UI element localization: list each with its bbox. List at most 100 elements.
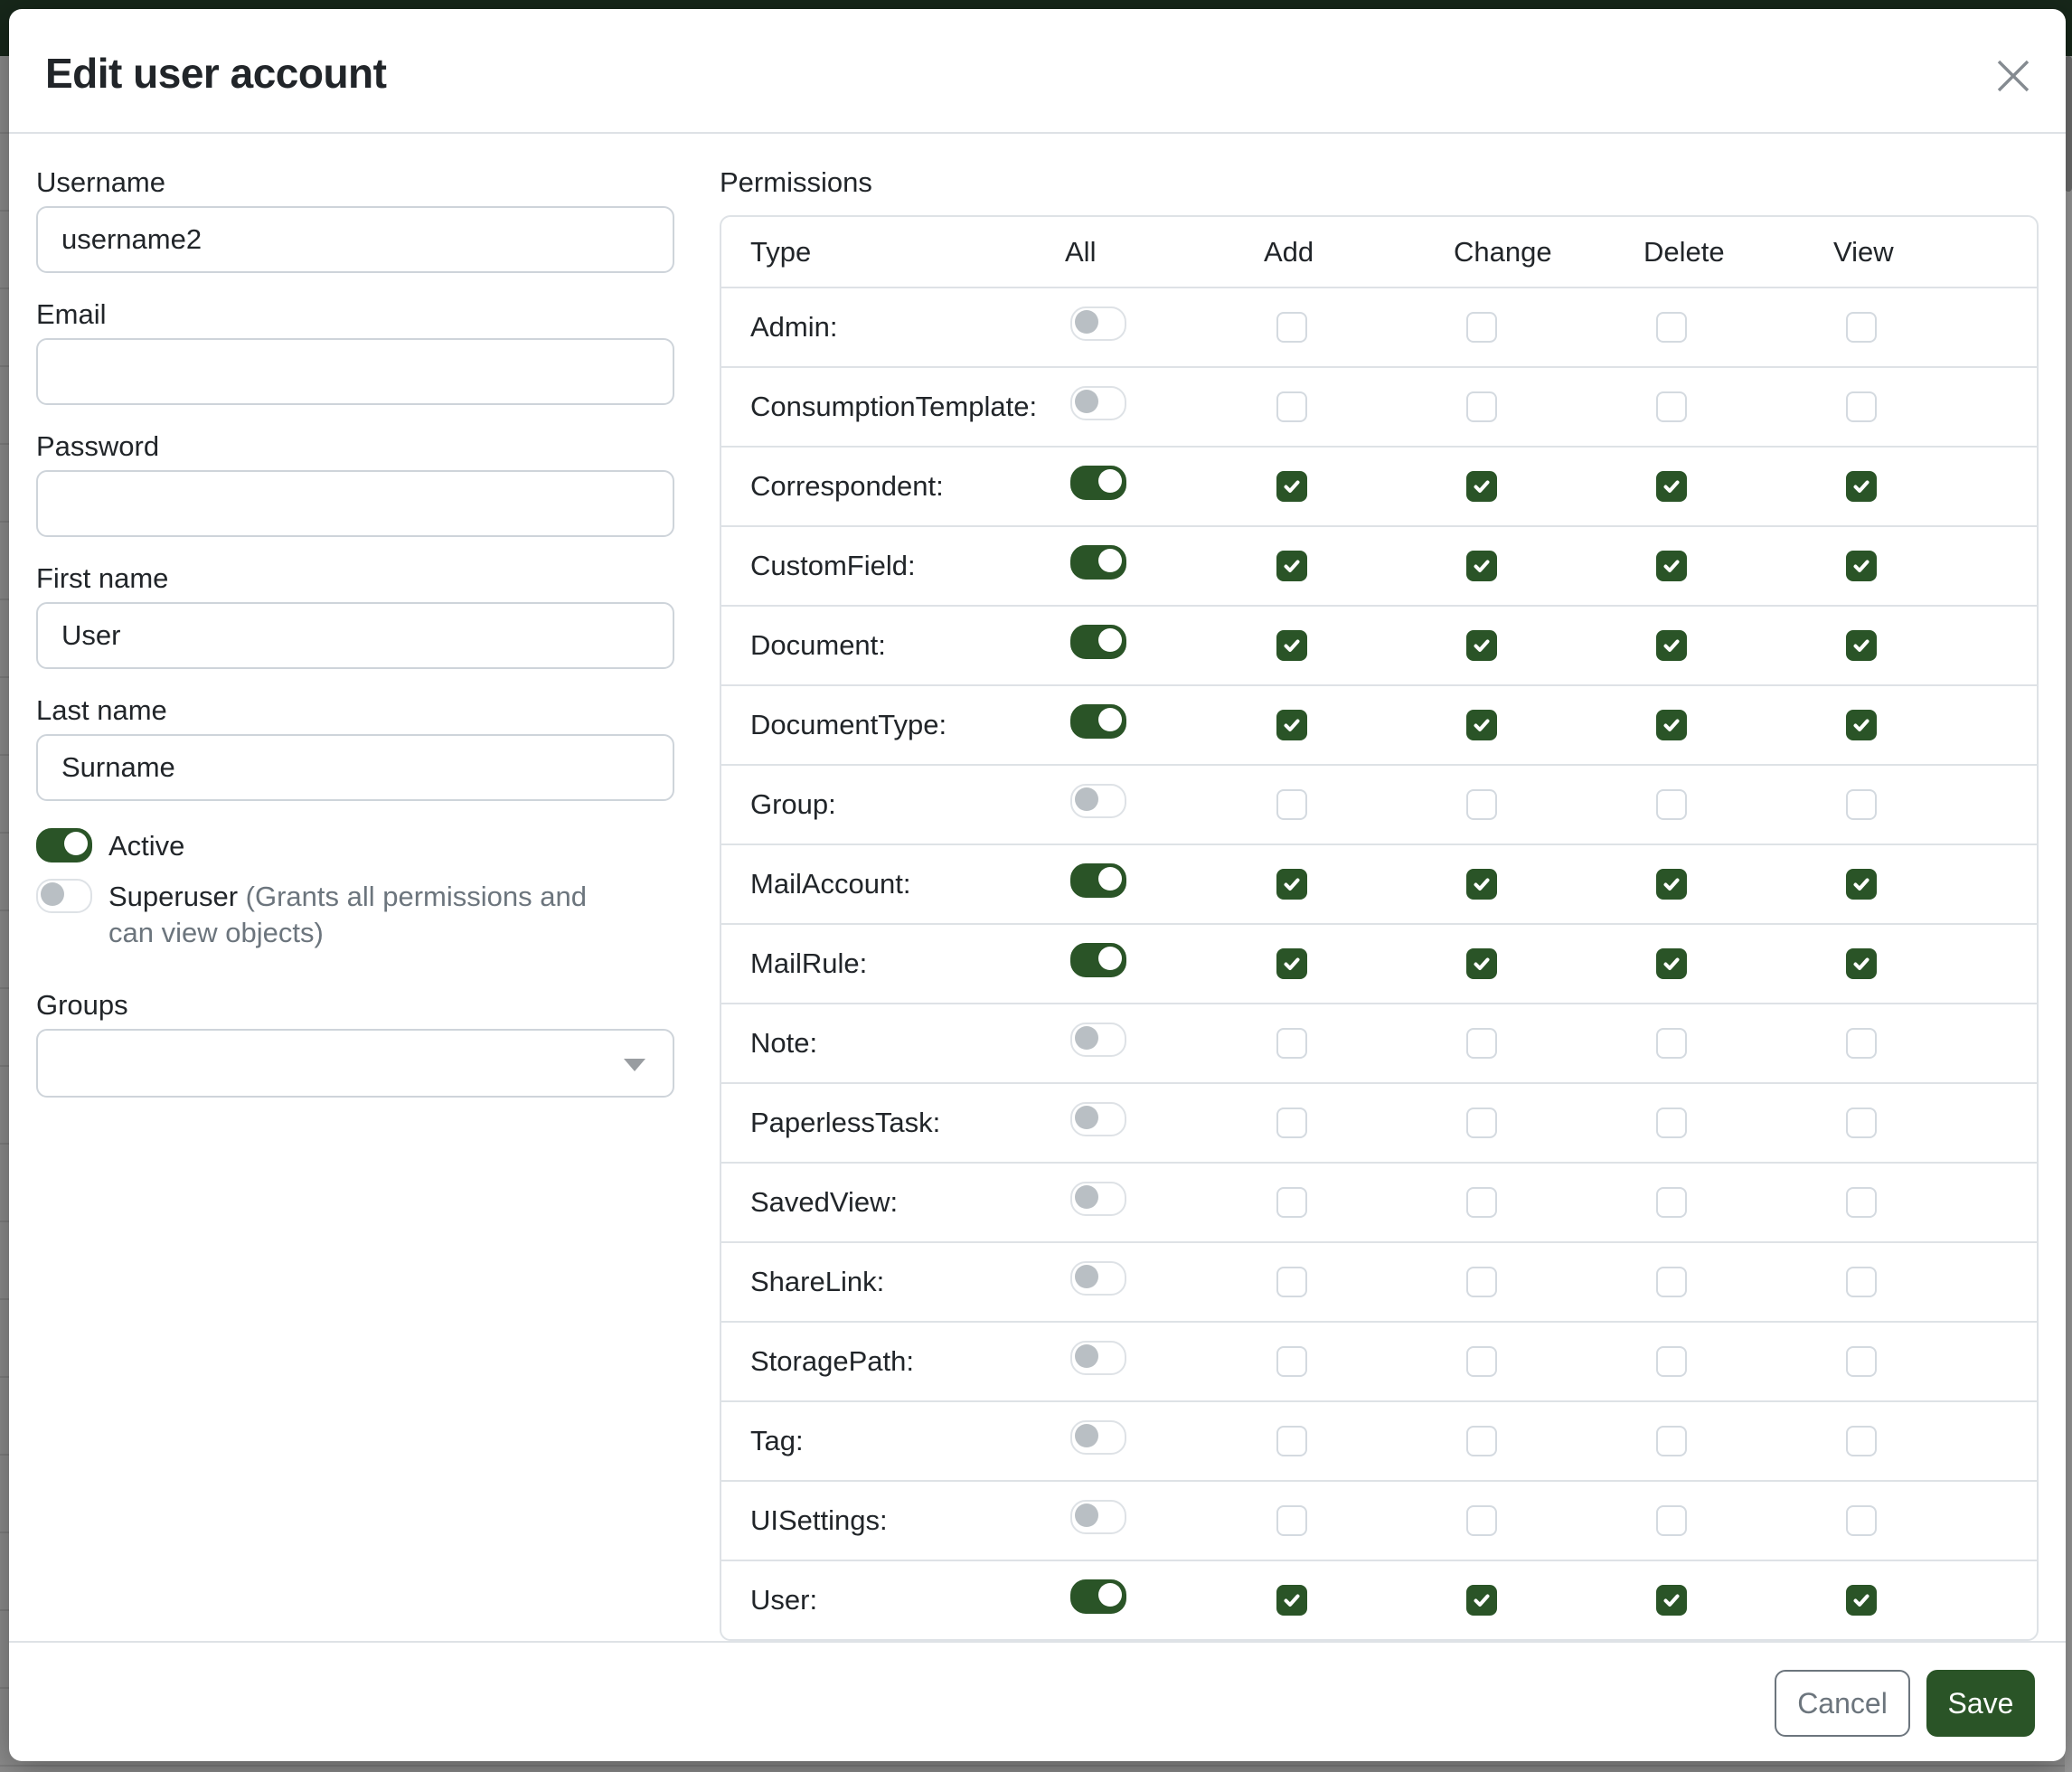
- permission-view-checkbox[interactable]: [1846, 312, 1877, 343]
- last-name-input[interactable]: [36, 734, 674, 801]
- permission-change-checkbox[interactable]: [1466, 869, 1497, 900]
- permission-delete-checkbox[interactable]: [1656, 1585, 1687, 1616]
- permission-delete-checkbox[interactable]: [1656, 471, 1687, 502]
- permission-add-checkbox[interactable]: [1276, 948, 1307, 979]
- permission-all-toggle[interactable]: [1070, 1420, 1126, 1455]
- permission-add-checkbox[interactable]: [1276, 1346, 1307, 1377]
- permission-add-checkbox[interactable]: [1276, 710, 1307, 740]
- permission-all-toggle[interactable]: [1070, 1102, 1126, 1136]
- permission-change-checkbox[interactable]: [1466, 630, 1497, 661]
- permission-change-checkbox[interactable]: [1466, 789, 1497, 820]
- permission-delete-checkbox[interactable]: [1656, 710, 1687, 740]
- page-scrollbar-thumb[interactable]: [2065, 56, 2072, 192]
- permission-view-checkbox[interactable]: [1846, 869, 1877, 900]
- superuser-row: Superuser (Grants all permissions and ca…: [36, 879, 674, 951]
- permission-view-checkbox[interactable]: [1846, 1267, 1877, 1297]
- permission-change-checkbox[interactable]: [1466, 1585, 1497, 1616]
- permission-view-checkbox[interactable]: [1846, 1187, 1877, 1218]
- permission-all-toggle[interactable]: [1070, 1023, 1126, 1057]
- permission-add-checkbox[interactable]: [1276, 789, 1307, 820]
- permission-change-checkbox[interactable]: [1466, 1187, 1497, 1218]
- permission-change-checkbox[interactable]: [1466, 312, 1497, 343]
- permission-add-checkbox[interactable]: [1276, 471, 1307, 502]
- permission-add-checkbox[interactable]: [1276, 1108, 1307, 1138]
- permission-delete-checkbox[interactable]: [1656, 312, 1687, 343]
- permission-view-checkbox[interactable]: [1846, 1585, 1877, 1616]
- permission-all-toggle[interactable]: [1070, 625, 1126, 659]
- permission-change-checkbox[interactable]: [1466, 391, 1497, 422]
- permission-all-toggle[interactable]: [1070, 704, 1126, 739]
- permission-add-checkbox[interactable]: [1276, 1187, 1307, 1218]
- permission-delete-checkbox[interactable]: [1656, 391, 1687, 422]
- permission-delete-checkbox[interactable]: [1656, 1426, 1687, 1456]
- permission-view-checkbox[interactable]: [1846, 630, 1877, 661]
- permission-delete-checkbox[interactable]: [1656, 1028, 1687, 1059]
- cancel-button[interactable]: Cancel: [1775, 1670, 1910, 1737]
- permission-delete-checkbox[interactable]: [1656, 789, 1687, 820]
- permission-add-checkbox[interactable]: [1276, 1585, 1307, 1616]
- permission-change-checkbox[interactable]: [1466, 948, 1497, 979]
- first-name-input[interactable]: [36, 602, 674, 669]
- permission-view-checkbox[interactable]: [1846, 1426, 1877, 1456]
- username-input[interactable]: [36, 206, 674, 273]
- page-scrollbar-track[interactable]: [2065, 56, 2072, 1772]
- permission-change-checkbox[interactable]: [1466, 1346, 1497, 1377]
- permission-all-toggle[interactable]: [1070, 306, 1126, 341]
- permission-change-checkbox[interactable]: [1466, 1028, 1497, 1059]
- permission-all-toggle[interactable]: [1070, 1500, 1126, 1534]
- permission-all-toggle[interactable]: [1070, 545, 1126, 580]
- permission-change-checkbox[interactable]: [1466, 1505, 1497, 1536]
- permission-change-checkbox[interactable]: [1466, 1267, 1497, 1297]
- permission-add-checkbox[interactable]: [1276, 1267, 1307, 1297]
- permission-all-toggle[interactable]: [1070, 1182, 1126, 1216]
- permission-all-toggle[interactable]: [1070, 1579, 1126, 1614]
- permission-add-checkbox[interactable]: [1276, 391, 1307, 422]
- superuser-toggle[interactable]: [36, 879, 92, 913]
- permission-view-checkbox[interactable]: [1846, 948, 1877, 979]
- email-input[interactable]: [36, 338, 674, 405]
- permission-change-checkbox[interactable]: [1466, 710, 1497, 740]
- permission-all-toggle[interactable]: [1070, 784, 1126, 818]
- permission-all-toggle[interactable]: [1070, 386, 1126, 420]
- permission-add-checkbox[interactable]: [1276, 1426, 1307, 1456]
- permission-delete-checkbox[interactable]: [1656, 869, 1687, 900]
- permission-type-label: Admin:: [750, 311, 1065, 344]
- permission-add-checkbox[interactable]: [1276, 1028, 1307, 1059]
- permission-view-checkbox[interactable]: [1846, 471, 1877, 502]
- permission-delete-checkbox[interactable]: [1656, 551, 1687, 581]
- groups-select[interactable]: [36, 1029, 674, 1098]
- permission-view-checkbox[interactable]: [1846, 789, 1877, 820]
- permission-add-checkbox[interactable]: [1276, 1505, 1307, 1536]
- permission-all-toggle[interactable]: [1070, 1261, 1126, 1296]
- permission-view-checkbox[interactable]: [1846, 391, 1877, 422]
- permission-add-checkbox[interactable]: [1276, 630, 1307, 661]
- permission-change-checkbox[interactable]: [1466, 1426, 1497, 1456]
- permission-view-checkbox[interactable]: [1846, 551, 1877, 581]
- permission-view-checkbox[interactable]: [1846, 1505, 1877, 1536]
- permission-delete-checkbox[interactable]: [1656, 1346, 1687, 1377]
- permission-view-checkbox[interactable]: [1846, 710, 1877, 740]
- permission-all-toggle[interactable]: [1070, 863, 1126, 898]
- permission-change-checkbox[interactable]: [1466, 551, 1497, 581]
- permission-add-checkbox[interactable]: [1276, 551, 1307, 581]
- permission-view-checkbox[interactable]: [1846, 1346, 1877, 1377]
- active-toggle[interactable]: [36, 828, 92, 862]
- permission-view-checkbox[interactable]: [1846, 1028, 1877, 1059]
- permission-add-checkbox[interactable]: [1276, 312, 1307, 343]
- password-input[interactable]: [36, 470, 674, 537]
- close-button[interactable]: [1993, 56, 2033, 96]
- permission-delete-checkbox[interactable]: [1656, 630, 1687, 661]
- save-button[interactable]: Save: [1926, 1670, 2035, 1737]
- permission-all-toggle[interactable]: [1070, 1341, 1126, 1375]
- permission-add-checkbox[interactable]: [1276, 869, 1307, 900]
- permission-all-toggle[interactable]: [1070, 943, 1126, 977]
- permission-change-checkbox[interactable]: [1466, 471, 1497, 502]
- permission-delete-checkbox[interactable]: [1656, 1505, 1687, 1536]
- permission-delete-checkbox[interactable]: [1656, 948, 1687, 979]
- permission-delete-checkbox[interactable]: [1656, 1187, 1687, 1218]
- permission-view-checkbox[interactable]: [1846, 1108, 1877, 1138]
- permission-change-checkbox[interactable]: [1466, 1108, 1497, 1138]
- permission-all-toggle[interactable]: [1070, 466, 1126, 500]
- permission-delete-checkbox[interactable]: [1656, 1108, 1687, 1138]
- permission-delete-checkbox[interactable]: [1656, 1267, 1687, 1297]
